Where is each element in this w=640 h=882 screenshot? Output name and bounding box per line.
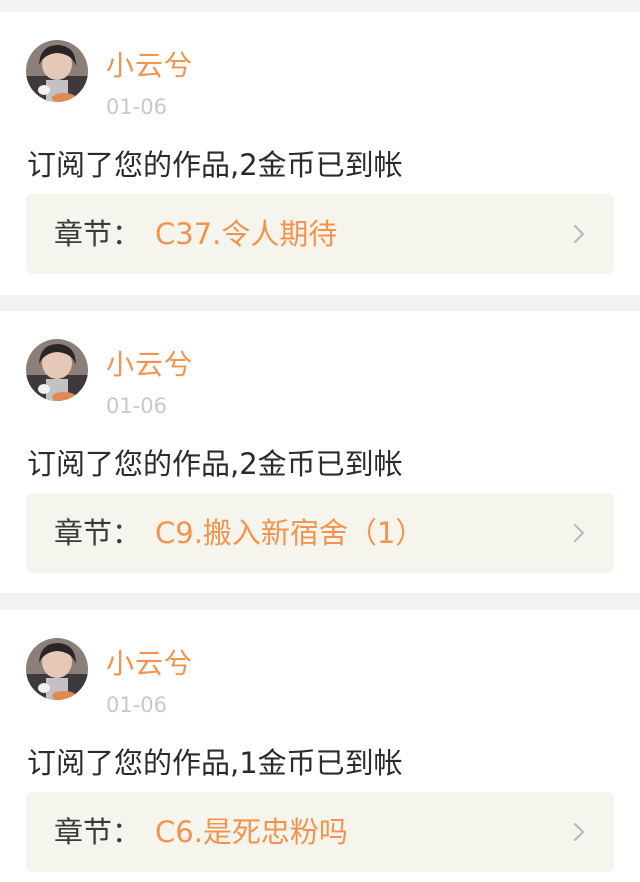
chevron-right-icon xyxy=(572,224,586,244)
notification-date: 01-06 xyxy=(106,95,168,119)
chevron-right-icon xyxy=(572,523,586,543)
username[interactable]: 小云兮 xyxy=(106,648,193,680)
notification-card: 小云兮 01-06 订阅了您的作品,2金币已到帐 章节： C37.令人期待 xyxy=(0,12,640,295)
username[interactable]: 小云兮 xyxy=(106,50,193,82)
notification-card: 小云兮 01-06 订阅了您的作品,2金币已到帐 章节： C9.搬入新宿舍（1） xyxy=(0,311,640,593)
chapter-title: C9.搬入新宿舍（1） xyxy=(155,516,425,550)
notification-message: 订阅了您的作品,1金币已到帐 xyxy=(27,746,403,780)
user-avatar[interactable] xyxy=(26,638,88,700)
avatar-icon xyxy=(26,40,88,102)
avatar-icon xyxy=(26,339,88,401)
username[interactable]: 小云兮 xyxy=(106,349,193,381)
chapter-label: 章节： xyxy=(54,815,142,849)
notification-date: 01-06 xyxy=(106,693,168,717)
user-avatar[interactable] xyxy=(26,40,88,102)
notification-date: 01-06 xyxy=(106,394,168,418)
notification-message: 订阅了您的作品,2金币已到帐 xyxy=(27,447,403,481)
chevron-right-icon xyxy=(572,822,586,842)
notification-message: 订阅了您的作品,2金币已到帐 xyxy=(27,148,403,182)
chapter-label: 章节： xyxy=(54,516,142,550)
chapter-title: C37.令人期待 xyxy=(155,217,338,251)
chapter-link[interactable]: 章节： C6.是死忠粉吗 xyxy=(26,792,614,872)
notification-feed: 小云兮 01-06 订阅了您的作品,2金币已到帐 章节： C37.令人期待 小云… xyxy=(0,0,640,882)
chapter-link[interactable]: 章节： C37.令人期待 xyxy=(26,194,614,274)
user-avatar[interactable] xyxy=(26,339,88,401)
chapter-link[interactable]: 章节： C9.搬入新宿舍（1） xyxy=(26,493,614,573)
chapter-title: C6.是死忠粉吗 xyxy=(155,815,348,849)
chapter-label: 章节： xyxy=(54,217,142,251)
notification-card: 小云兮 01-06 订阅了您的作品,1金币已到帐 章节： C6.是死忠粉吗 xyxy=(0,610,640,882)
avatar-icon xyxy=(26,638,88,700)
